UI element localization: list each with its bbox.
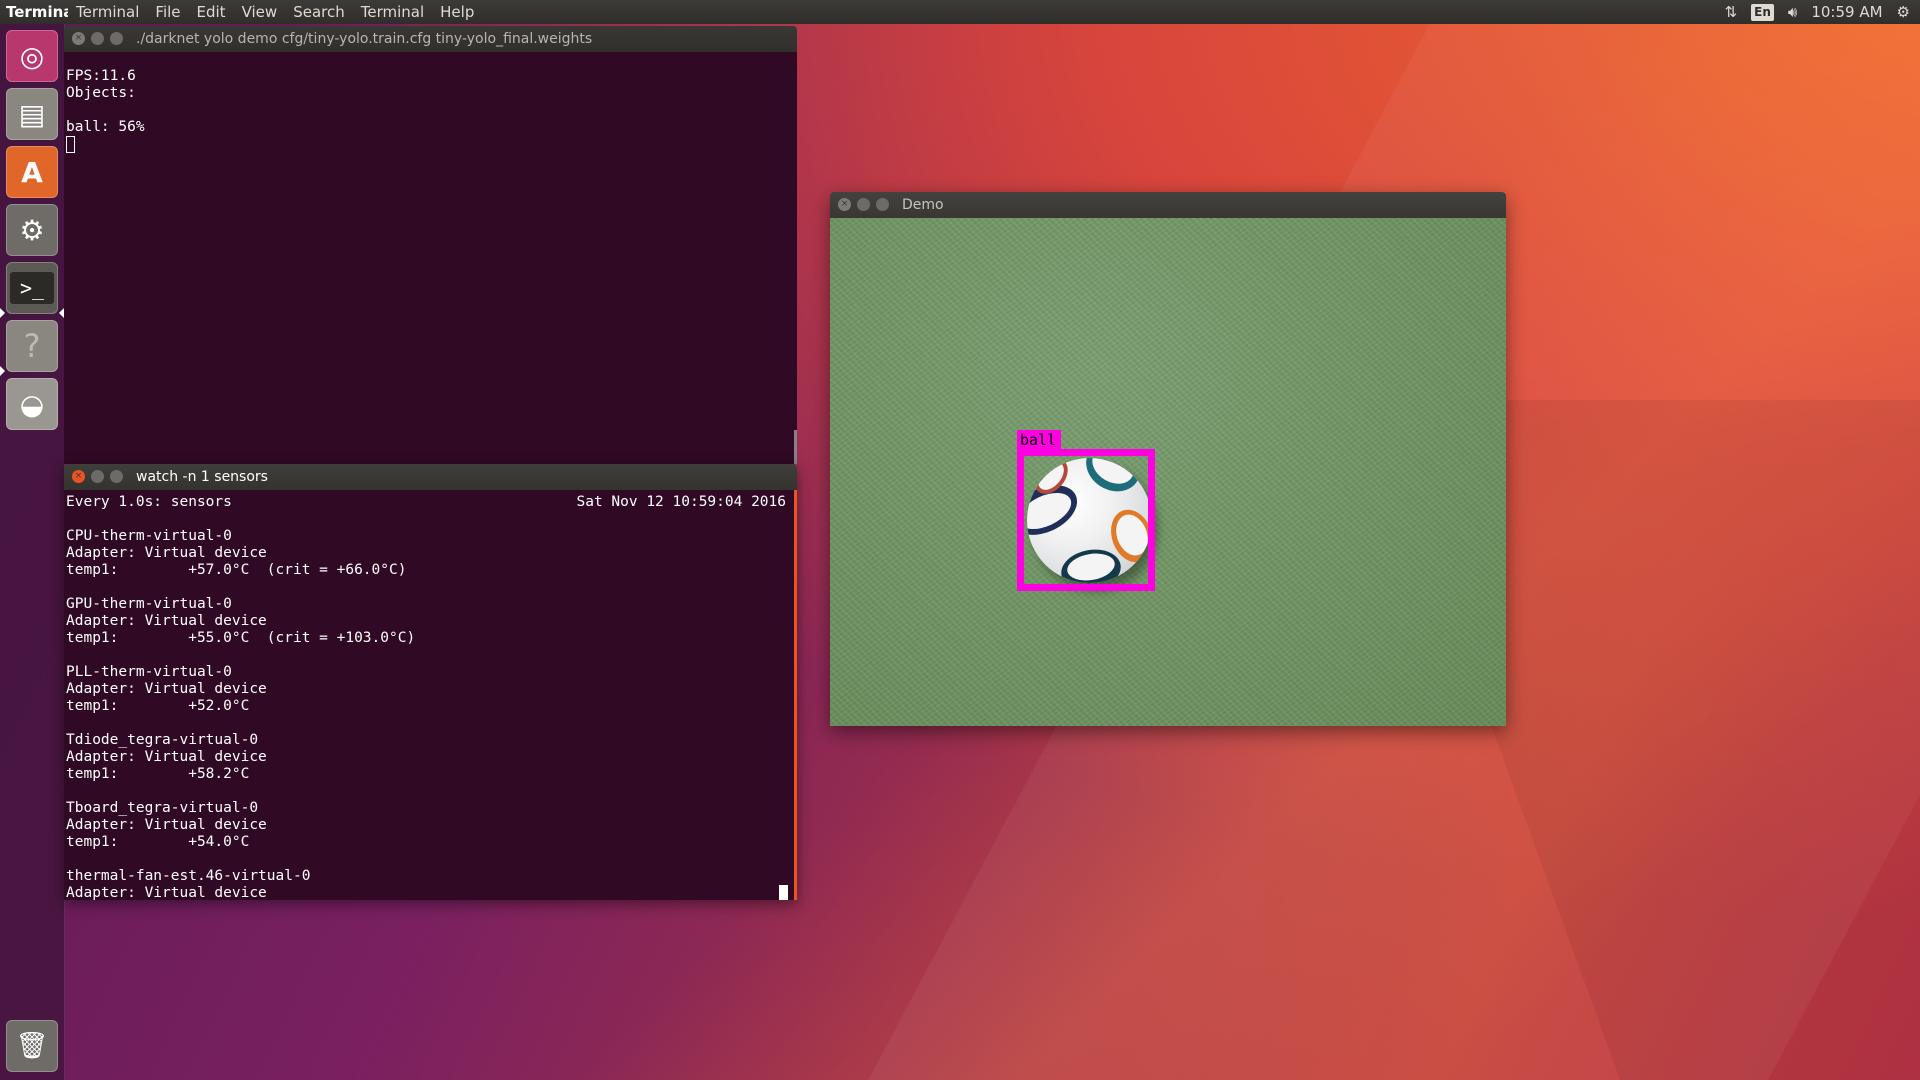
indicator-area: ⇅ En 🔊︎ 10:59 AM ⚙ xyxy=(1725,0,1920,24)
window-title: Demo xyxy=(902,197,944,213)
close-button[interactable]: × xyxy=(72,470,85,483)
terminal-line: PLL-therm-virtual-0 xyxy=(66,664,232,680)
menu-edit[interactable]: Edit xyxy=(189,0,234,24)
launcher-running-indicator xyxy=(0,366,5,376)
terminal-line: temp1: +52.0°C xyxy=(66,698,250,714)
launcher-help[interactable]: ? xyxy=(6,320,58,372)
ubuntu-logo-icon: ◎ xyxy=(19,39,45,73)
maximize-button[interactable] xyxy=(110,470,123,483)
menu-help[interactable]: Help xyxy=(432,0,482,24)
keyboard-layout-indicator[interactable]: En xyxy=(1751,3,1774,21)
window-title: ./darknet yolo demo cfg/tiny-yolo.train.… xyxy=(136,31,593,47)
detection-bounding-box xyxy=(1017,449,1155,591)
launcher-trash[interactable]: 🗑︎ xyxy=(6,1020,58,1072)
close-button[interactable]: × xyxy=(838,198,851,211)
titlebar[interactable]: × ./darknet yolo demo cfg/tiny-yolo.trai… xyxy=(64,26,797,52)
launcher-disk-drive[interactable]: ◒ xyxy=(6,378,58,430)
desktop-wallpaper: Terminal Terminal File Edit View Search … xyxy=(0,0,1920,1080)
terminal-window-watch-sensors[interactable]: × watch -n 1 sensors Every 1.0s: sensors… xyxy=(64,464,797,900)
maximize-button[interactable] xyxy=(110,32,123,45)
menu-view[interactable]: View xyxy=(234,0,286,24)
hard-drive-icon: ◒ xyxy=(19,387,45,421)
terminal-window-darknet[interactable]: × ./darknet yolo demo cfg/tiny-yolo.trai… xyxy=(64,26,797,464)
launcher-software-center[interactable]: A xyxy=(6,146,58,198)
question-mark-icon: ? xyxy=(23,327,41,365)
terminal-line: GPU-therm-virtual-0 xyxy=(66,596,232,612)
terminal-line: Objects: xyxy=(66,85,136,101)
terminal-line: CPU-therm-virtual-0 xyxy=(66,528,232,544)
demo-window[interactable]: × Demo ball xyxy=(830,192,1506,726)
watch-interval: Every 1.0s: sensors xyxy=(66,494,232,510)
scrollbar[interactable] xyxy=(794,490,797,900)
volume-icon[interactable]: 🔊︎ xyxy=(1788,0,1797,24)
watch-header: Every 1.0s: sensors Sat Nov 12 10:59:04 2… xyxy=(66,494,786,511)
detection-label: ball xyxy=(1017,430,1062,450)
terminal-output[interactable]: FPS:11.6 Objects: ball: 56% xyxy=(64,52,797,464)
file-cabinet-icon: ▤ xyxy=(18,97,46,131)
terminal-line: temp1: +55.0°C (crit = +103.0°C) xyxy=(66,630,416,646)
text-cursor xyxy=(66,136,75,153)
launcher-dash-home[interactable]: ◎ xyxy=(6,30,58,82)
top-panel: Terminal Terminal File Edit View Search … xyxy=(0,0,1920,24)
trash-icon: 🗑︎ xyxy=(15,1031,49,1061)
app-title: Terminal xyxy=(6,3,68,21)
menu-terminal[interactable]: Terminal xyxy=(68,0,147,24)
watch-timestamp: Sat Nov 12 10:59:04 2016 xyxy=(576,494,786,510)
window-title: watch -n 1 sensors xyxy=(136,469,268,485)
network-updown-icon[interactable]: ⇅ xyxy=(1725,0,1738,24)
terminal-line: Tboard_tegra-virtual-0 xyxy=(66,800,259,816)
terminal-line: temp1: +57.0°C (crit = +66.0°C) xyxy=(66,562,407,578)
menu-file[interactable]: File xyxy=(147,0,188,24)
terminal-line: temp1: +54.0°C xyxy=(66,834,250,850)
menu-terminal-2[interactable]: Terminal xyxy=(353,0,432,24)
terminal-output[interactable]: Every 1.0s: sensors Sat Nov 12 10:59:04 2… xyxy=(64,490,797,900)
minimize-button[interactable] xyxy=(857,198,870,211)
launcher-system-settings[interactable]: ⚙ xyxy=(6,204,58,256)
terminal-icon: >_ xyxy=(9,272,55,304)
titlebar[interactable]: × Demo xyxy=(830,192,1506,218)
minimize-button[interactable] xyxy=(91,470,104,483)
terminal-line: thermal-fan-est.46-virtual-0 xyxy=(66,868,311,884)
terminal-line: ball: 56% xyxy=(66,119,145,135)
terminal-line: Adapter: Virtual device xyxy=(66,817,267,833)
terminal-line: Adapter: Virtual device xyxy=(66,885,267,900)
camera-frame: ball xyxy=(830,218,1506,726)
titlebar[interactable]: × watch -n 1 sensors xyxy=(64,464,797,490)
close-button[interactable]: × xyxy=(72,32,85,45)
minimize-button[interactable] xyxy=(91,32,104,45)
terminal-line: temp1: +58.2°C xyxy=(66,766,250,782)
launcher: ◎ ▤ A ⚙ >_ ? ◒ 🗑︎ xyxy=(0,24,65,1080)
launcher-running-indicator xyxy=(0,308,5,318)
gear-wrench-icon: ⚙ xyxy=(19,213,45,247)
terminal-line: Adapter: Virtual device xyxy=(66,613,267,629)
text-cursor xyxy=(779,885,788,900)
terminal-line: Adapter: Virtual device xyxy=(66,681,267,697)
terminal-line: Adapter: Virtual device xyxy=(66,749,267,765)
terminal-line: Adapter: Virtual device xyxy=(66,545,267,561)
menu-search[interactable]: Search xyxy=(285,0,353,24)
maximize-button[interactable] xyxy=(876,198,889,211)
scrollbar[interactable] xyxy=(794,430,797,464)
clock[interactable]: 10:59 AM xyxy=(1811,0,1882,24)
launcher-terminal[interactable]: >_ xyxy=(6,262,58,314)
shopping-bag-icon: A xyxy=(21,155,43,189)
launcher-files[interactable]: ▤ xyxy=(6,88,58,140)
terminal-line: Tdiode_tegra-virtual-0 xyxy=(66,732,259,748)
power-gear-icon[interactable]: ⚙ xyxy=(1897,0,1910,24)
terminal-line: FPS:11.6 xyxy=(66,68,136,84)
